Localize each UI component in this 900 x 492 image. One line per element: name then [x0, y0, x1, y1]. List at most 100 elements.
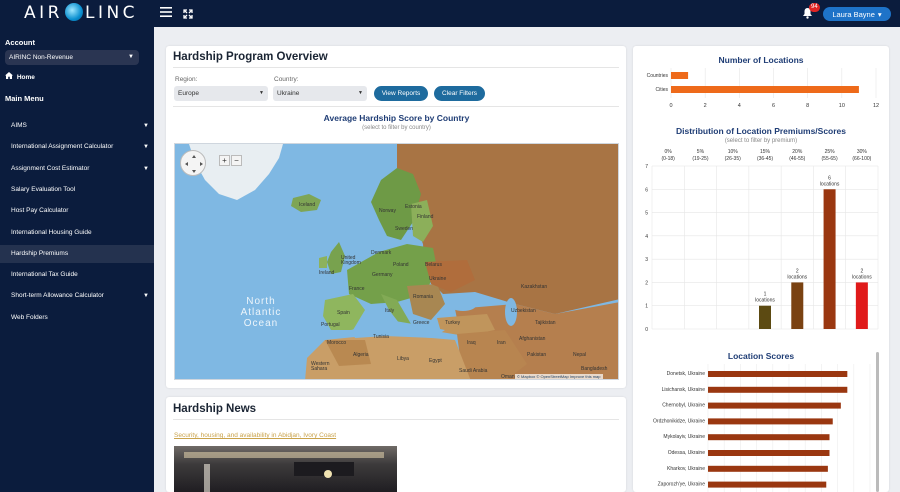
country-select[interactable]: Ukraine ▼: [273, 86, 367, 101]
category-label: Chernobyl, Ukraine: [662, 403, 705, 409]
zoom-out-button[interactable]: −: [231, 155, 242, 166]
sidebar-item-label: Web Folders: [11, 313, 48, 321]
ocean-label: North Atlantic Ocean: [240, 296, 282, 329]
map-label: Pakistan: [527, 352, 547, 358]
map-label: Spain: [337, 310, 350, 316]
map-label: Afghanistan: [519, 336, 546, 342]
view-reports-button[interactable]: View Reports: [374, 86, 428, 101]
map-label: Saudi Arabia: [459, 368, 488, 374]
hardship-map[interactable]: North Atlantic Ocean Iceland Norway Sweden…: [174, 143, 619, 380]
map-attribution[interactable]: © Mapbox © OpenStreetMap Improve this ma…: [515, 374, 603, 379]
score-bar[interactable]: [708, 481, 827, 488]
map-label: Tajikistan: [535, 320, 556, 326]
locations-bar[interactable]: [671, 86, 859, 93]
sidebar-item-short-term-allowance-calculator[interactable]: Short-term Allowance Calculator ▼: [0, 287, 154, 305]
range-label: (19-25): [692, 156, 708, 162]
sidebar-item-international-assignment-calculator[interactable]: International Assignment Calculator ▼: [0, 138, 154, 156]
score-bar[interactable]: [708, 434, 830, 441]
sidebar-item-web-folders[interactable]: Web Folders: [0, 309, 154, 327]
map-label: France: [349, 286, 365, 292]
divider: [173, 106, 619, 107]
range-label: (55-65): [822, 156, 838, 162]
locations-bar[interactable]: [671, 72, 689, 79]
sidebar-item-salary-evaluation-tool[interactable]: Salary Evaluation Tool: [0, 181, 154, 199]
map-label: Belarus: [425, 262, 442, 268]
premium-distribution-chart[interactable]: 0 1 2 3 4 5 6 7 0%(0-18) 5%(19-25) 10%(26-35) 15%(3…: [638, 146, 882, 336]
sidebar-item-international-housing-guide[interactable]: International Housing Guide: [0, 224, 154, 242]
score-bar[interactable]: [708, 465, 828, 472]
range-label: (36-45): [757, 156, 773, 162]
map-label: Finland: [417, 214, 434, 220]
news-title: Hardship News: [173, 403, 257, 415]
category-label: Lisichansk, Ukraine: [662, 387, 706, 393]
tick-label: 3: [645, 257, 648, 263]
main-menu-heading: Main Menu: [5, 94, 44, 103]
map-title: Average Hardship Score by Country: [323, 113, 470, 123]
user-menu-button[interactable]: Laura Bayne ▾: [823, 7, 891, 21]
map-label: Romania: [413, 294, 434, 300]
category-label: 20%: [792, 149, 803, 155]
location-scores-chart[interactable]: Donetsk, Ukraine Lisichansk, Ukraine Chern…: [638, 364, 874, 492]
sidebar-item-aims[interactable]: AIMS ▼: [0, 117, 154, 135]
map-label: Tunisia: [373, 334, 389, 340]
news-link[interactable]: Security, housing, and availability in A…: [174, 432, 336, 439]
score-bar[interactable]: [708, 371, 848, 377]
category-label: Kharkov, Ukraine: [667, 466, 705, 472]
category-label: Mykolayiv, Ukraine: [663, 434, 705, 440]
tick-label: 4: [738, 103, 741, 109]
scrollbar[interactable]: [876, 352, 879, 492]
sidebar-item-home[interactable]: Home: [0, 69, 154, 87]
bar-data-label-unit: locations: [852, 274, 872, 280]
score-bar[interactable]: [708, 418, 833, 425]
page-title: Hardship Program Overview: [173, 51, 328, 63]
category-label: 15%: [760, 149, 771, 155]
expand-icon[interactable]: [183, 6, 193, 22]
news-image[interactable]: [174, 446, 397, 492]
map-label: United Kingdom: [341, 255, 361, 266]
locations-chart[interactable]: 0 2 4 6 8 10 12 Countries Cities: [638, 64, 882, 112]
tick-label: 2: [704, 103, 707, 109]
brand-logo[interactable]: AIR LINC: [24, 3, 138, 23]
sidebar-item-host-pay-calculator[interactable]: Host Pay Calculator: [0, 202, 154, 220]
premium-bar[interactable]: [791, 282, 804, 329]
tick-label: 1: [645, 304, 648, 310]
category-label: Ordzhonikidze, Ukraine: [653, 418, 705, 424]
region-select[interactable]: Europe ▼: [174, 86, 268, 101]
sidebar-item-label: Salary Evaluation Tool: [11, 185, 76, 193]
map-label: Iran: [497, 340, 506, 346]
score-bar[interactable]: [708, 402, 841, 409]
sidebar-item-label: AIMS: [11, 122, 27, 129]
sidebar-item-assignment-cost-estimator[interactable]: Assignment Cost Estimator ▼: [0, 160, 154, 178]
sidebar-item-hardship-premiums[interactable]: Hardship Premiums: [0, 244, 154, 263]
sidebar-item-label: Assignment Cost Estimator: [11, 164, 90, 172]
map-label: Germany: [372, 272, 393, 278]
bar-data-label: 1 locations: [755, 292, 775, 304]
score-bar[interactable]: [708, 386, 848, 393]
premium-bar[interactable]: [823, 189, 836, 329]
caret-down-icon: ▼: [128, 54, 134, 60]
map-label: Libya: [397, 356, 409, 362]
hamburger-icon[interactable]: [160, 5, 172, 21]
bar-data-label-unit: locations: [787, 274, 807, 280]
zoom-in-button[interactable]: +: [219, 155, 230, 166]
sidebar-item-label: Hardship Premiums: [11, 249, 69, 257]
sidebar-item-label: International Housing Guide: [11, 228, 92, 236]
premium-bar[interactable]: [855, 282, 868, 329]
map-subtitle: (select to filter by country): [362, 125, 431, 131]
map-label: Ireland: [319, 270, 335, 276]
tick-label: 7: [645, 164, 648, 170]
category-label: Donetsk, Ukraine: [667, 371, 706, 377]
range-label: (66-100): [852, 156, 871, 162]
account-select[interactable]: AIRINC Non-Revenue ▼: [5, 50, 139, 65]
premium-bar[interactable]: [759, 305, 771, 329]
sidebar-item-international-tax-guide[interactable]: International Tax Guide: [0, 266, 154, 284]
map-pan-control[interactable]: [180, 150, 206, 176]
tick-label: 0: [645, 327, 648, 333]
notification-bell-icon[interactable]: 94: [802, 3, 820, 19]
map-label: Portugal: [321, 322, 340, 328]
range-label: (0-18): [661, 156, 675, 162]
map-label: Poland: [393, 262, 409, 268]
category-label: 25%: [825, 149, 836, 155]
score-bar[interactable]: [708, 450, 830, 456]
clear-filters-button[interactable]: Clear Filters: [434, 86, 485, 101]
